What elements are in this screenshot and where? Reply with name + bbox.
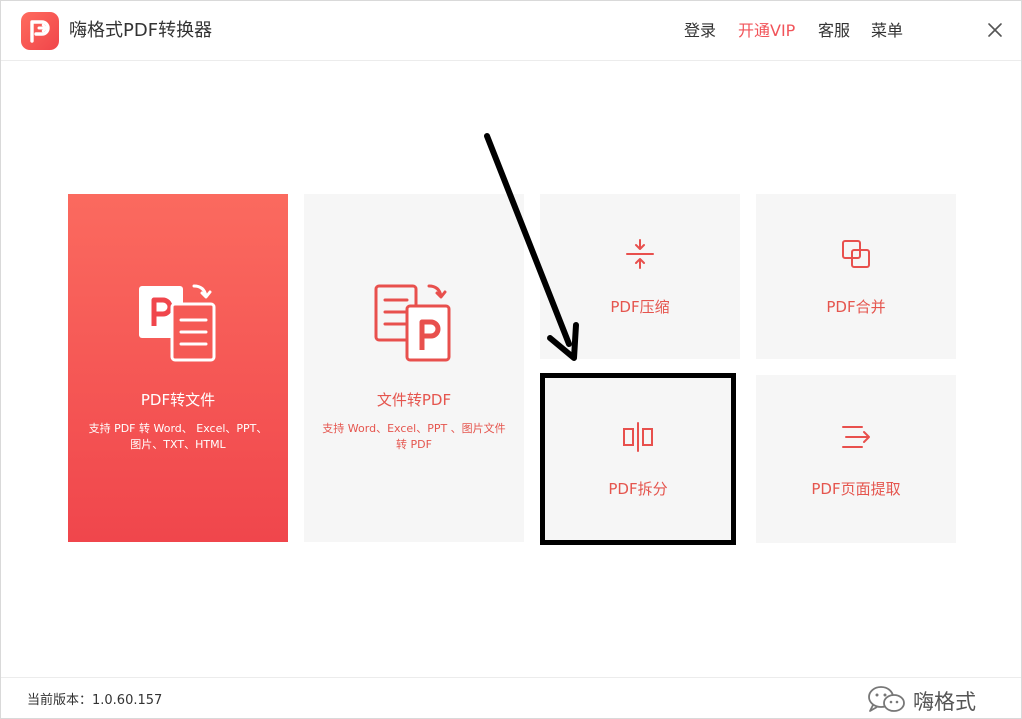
pdf-split-card[interactable]: PDF拆分	[540, 375, 736, 543]
file-to-pdf-desc: 支持 Word、Excel、PPT 、图片文件转 PDF	[322, 422, 506, 451]
pdf-extract-card[interactable]: PDF页面提取	[756, 375, 956, 543]
support-button[interactable]: 客服	[818, 21, 850, 41]
pdf-merge-card[interactable]: PDF合并	[756, 194, 956, 359]
pdf-to-file-desc: 支持 PDF 转 Word、 Excel、PPT、图片、TXT、HTML	[88, 422, 268, 451]
vip-button[interactable]: 开通VIP	[738, 21, 795, 41]
menu-button[interactable]: 菜单	[871, 21, 903, 41]
file-to-pdf-label: 文件转PDF	[376, 391, 452, 409]
app-logo-icon	[21, 12, 59, 50]
title-bar: 嗨格式PDF转换器 登录 开通VIP 客服 菜单	[1, 1, 1021, 61]
pdf-to-file-icon	[136, 280, 220, 368]
pdf-to-file-label: PDF转文件	[140, 391, 216, 409]
app-title: 嗨格式PDF转换器	[69, 20, 213, 41]
watermark-text: 嗨格式	[913, 690, 976, 714]
pdf-extract-label: PDF页面提取	[811, 480, 901, 498]
merge-icon	[840, 238, 872, 274]
compress-icon	[624, 238, 656, 274]
file-to-pdf-icon	[373, 280, 457, 368]
pdf-merge-label: PDF合并	[826, 298, 886, 316]
close-icon[interactable]	[984, 19, 1006, 41]
login-button[interactable]: 登录	[684, 21, 716, 41]
wechat-icon	[865, 684, 909, 719]
extract-icon	[840, 421, 872, 457]
pdf-split-label: PDF拆分	[608, 480, 668, 498]
split-icon	[622, 421, 654, 457]
version-text: 当前版本：1.0.60.157	[27, 693, 163, 708]
annotation-arrow-icon	[484, 133, 579, 361]
status-bar: 当前版本：1.0.60.157 嗨格式	[1, 677, 1021, 719]
pdf-to-file-card[interactable]: PDF转文件 支持 PDF 转 Word、 Excel、PPT、图片、TXT、H…	[68, 194, 288, 542]
